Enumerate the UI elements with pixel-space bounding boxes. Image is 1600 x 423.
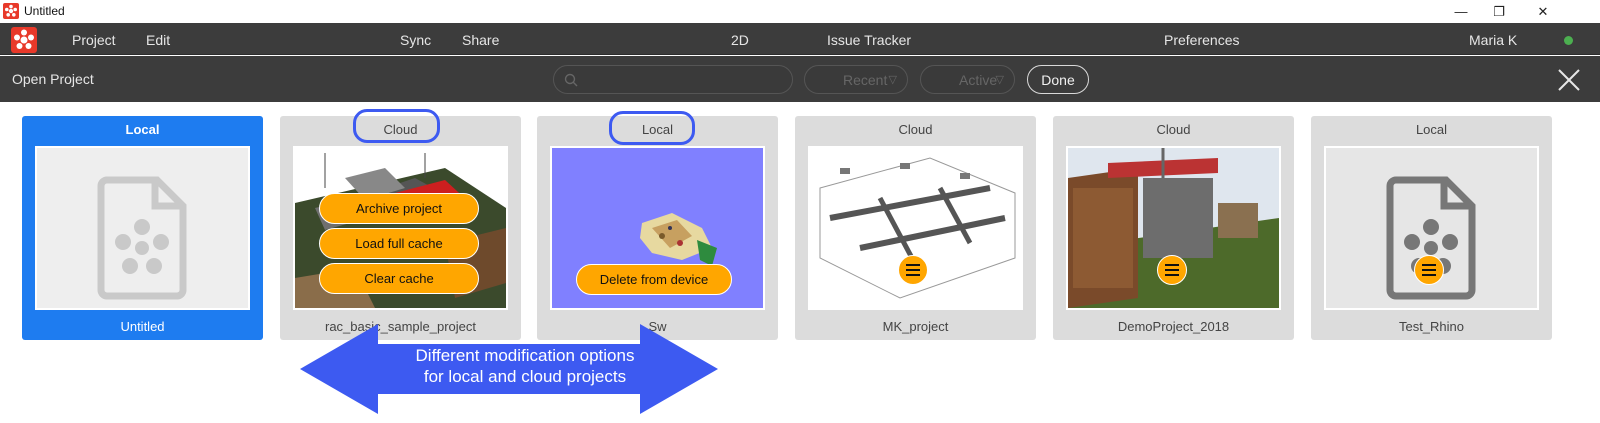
storage-badge: Local — [125, 122, 160, 137]
project-menu-button[interactable] — [1157, 255, 1187, 285]
clear-cache-button[interactable]: Clear cache — [319, 263, 479, 294]
restore-button[interactable]: ❐ — [1476, 0, 1522, 23]
menu-issue-tracker[interactable]: Issue Tracker — [827, 32, 911, 48]
menu-project[interactable]: Project — [72, 32, 116, 48]
load-full-cache-button[interactable]: Load full cache — [319, 228, 479, 259]
project-card-rac-basic-sample[interactable]: Cloud rac_basic_sample_project Archive p… — [280, 116, 521, 340]
file-placeholder-icon — [97, 176, 187, 300]
page-title: Open Project — [12, 71, 94, 87]
active-filter-dropdown[interactable]: Active ▽ — [920, 65, 1015, 94]
annotation-line-1: Different modification options — [415, 346, 635, 365]
chevron-down-icon: ▽ — [888, 74, 897, 86]
user-name[interactable]: Maria K — [1469, 32, 1517, 48]
active-filter-label: Active — [959, 72, 998, 88]
menu-share[interactable]: Share — [462, 32, 499, 48]
open-project-toolbar: Open Project Recent ▽ Active ▽ Done — [0, 56, 1600, 102]
annotation-text: Different modification options for local… — [395, 345, 655, 387]
project-card-untitled[interactable]: Local Untitled — [22, 116, 263, 340]
chevron-down-icon: ▽ — [995, 74, 1004, 86]
app-icon — [3, 3, 19, 19]
project-card-mk-project[interactable]: Cloud MK_project — [795, 116, 1036, 340]
delete-from-device-button[interactable]: Delete from device — [576, 264, 732, 295]
menu-preferences[interactable]: Preferences — [1164, 32, 1239, 48]
project-name: MK_project — [882, 319, 949, 334]
menu-bar: Project Edit Sync Share 2D Issue Tracker… — [0, 23, 1600, 55]
done-button[interactable]: Done — [1027, 65, 1089, 94]
recent-filter-label: Recent — [843, 72, 888, 88]
storage-badge: Cloud — [1156, 122, 1191, 137]
storage-badge: Local — [1415, 122, 1448, 137]
local-badge-highlight — [609, 111, 695, 145]
project-thumbnail — [808, 146, 1023, 310]
hamburger-icon — [1422, 264, 1436, 276]
menu-sync[interactable]: Sync — [400, 32, 431, 48]
project-card-sw[interactable]: Local Sw Delete from device — [537, 116, 778, 340]
project-name: Untitled — [120, 319, 165, 334]
project-menu-button[interactable] — [898, 255, 928, 285]
project-card-test-rhino[interactable]: Local Test_Rhino — [1311, 116, 1552, 340]
close-icon[interactable] — [1557, 68, 1581, 92]
menu-edit[interactable]: Edit — [146, 32, 170, 48]
hamburger-icon — [1165, 264, 1179, 276]
project-thumbnail — [35, 146, 250, 310]
menu-2d[interactable]: 2D — [731, 32, 749, 48]
project-card-demoproject-2018[interactable]: Cloud DemoProject_2018 — [1053, 116, 1294, 340]
project-name: Test_Rhino — [1398, 319, 1465, 334]
window-close-button[interactable]: ✕ — [1520, 0, 1566, 23]
project-thumbnail — [1324, 146, 1539, 310]
search-input[interactable] — [553, 65, 793, 94]
window-title: Untitled — [24, 4, 65, 18]
title-bar: Untitled — ❐ ✕ — [0, 0, 1600, 23]
storage-badge: Cloud — [898, 122, 933, 137]
app-logo[interactable] — [11, 27, 37, 53]
project-thumbnail — [1066, 146, 1281, 310]
project-name: DemoProject_2018 — [1117, 319, 1230, 334]
archive-project-button[interactable]: Archive project — [319, 193, 479, 224]
search-icon — [564, 73, 578, 87]
recent-filter-dropdown[interactable]: Recent ▽ — [804, 65, 908, 94]
project-menu-button[interactable] — [1414, 255, 1444, 285]
cloud-badge-highlight — [353, 109, 440, 143]
annotation-line-2: for local and cloud projects — [423, 367, 627, 386]
online-status-indicator — [1564, 36, 1573, 45]
hamburger-icon — [906, 264, 920, 276]
